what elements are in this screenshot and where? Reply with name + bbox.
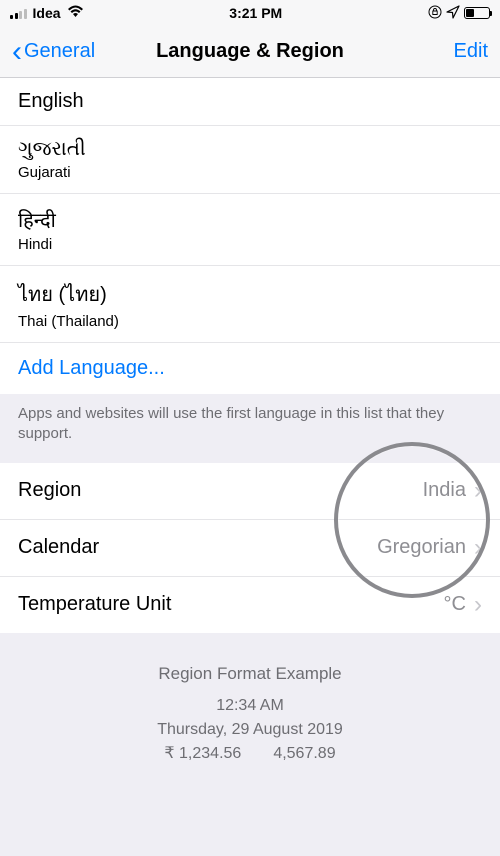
language-sub: Thai (Thailand) xyxy=(18,313,119,330)
edit-button[interactable]: Edit xyxy=(454,40,488,63)
wifi-icon xyxy=(67,5,84,22)
status-right xyxy=(428,5,490,22)
example-date: Thursday, 29 August 2019 xyxy=(18,718,482,742)
language-native: ไทย (ไทย) xyxy=(18,278,107,310)
language-sub: Gujarati xyxy=(18,164,71,181)
location-icon xyxy=(446,5,460,22)
temperature-value: °C xyxy=(444,593,466,616)
region-row[interactable]: Region India › xyxy=(0,463,500,520)
temperature-label: Temperature Unit xyxy=(18,593,171,616)
region-section: Region India › Calendar Gregorian › Temp… xyxy=(0,463,500,633)
language-native: हिन्दी xyxy=(18,206,56,233)
language-native: ગુજરાતી xyxy=(18,138,86,161)
chevron-right-icon: › xyxy=(474,477,482,505)
status-time: 3:21 PM xyxy=(229,5,282,21)
back-label: General xyxy=(24,40,95,63)
language-row[interactable]: हिन्दी Hindi xyxy=(0,194,500,266)
nav-bar: ‹ General Language & Region Edit xyxy=(0,26,500,78)
chevron-right-icon: › xyxy=(474,534,482,562)
chevron-left-icon: ‹ xyxy=(12,37,22,67)
status-bar: Idea 3:21 PM xyxy=(0,0,500,26)
chevron-right-icon: › xyxy=(474,591,482,619)
example-number: 4,567.89 xyxy=(273,742,335,766)
language-native: English xyxy=(18,90,84,113)
language-sub: Hindi xyxy=(18,236,52,253)
calendar-value: Gregorian xyxy=(377,536,466,559)
add-language-button[interactable]: Add Language... xyxy=(0,343,500,394)
calendar-row[interactable]: Calendar Gregorian › xyxy=(0,520,500,577)
battery-icon xyxy=(464,7,490,19)
back-button[interactable]: ‹ General xyxy=(12,37,95,67)
language-row[interactable]: English xyxy=(0,78,500,126)
example-currency: ₹ 1,234.56 xyxy=(164,742,241,766)
language-row[interactable]: ไทย (ไทย) Thai (Thailand) xyxy=(0,266,500,343)
region-format-example: Region Format Example 12:34 AM Thursday,… xyxy=(0,633,500,787)
signal-icon xyxy=(10,7,27,19)
language-row[interactable]: ગુજરાતી Gujarati xyxy=(0,126,500,194)
languages-section: English ગુજરાતી Gujarati हिन्दी Hindi ไท… xyxy=(0,78,500,394)
languages-footer: Apps and websites will use the first lan… xyxy=(0,394,500,463)
example-title: Region Format Example xyxy=(18,661,482,687)
carrier-label: Idea xyxy=(33,5,61,21)
lock-icon xyxy=(428,5,442,22)
temperature-row[interactable]: Temperature Unit °C › xyxy=(0,577,500,633)
example-time: 12:34 AM xyxy=(18,694,482,718)
calendar-label: Calendar xyxy=(18,536,99,559)
region-label: Region xyxy=(18,479,81,502)
region-value: India xyxy=(423,479,466,502)
status-left: Idea xyxy=(10,5,84,22)
add-language-label: Add Language... xyxy=(18,357,165,380)
